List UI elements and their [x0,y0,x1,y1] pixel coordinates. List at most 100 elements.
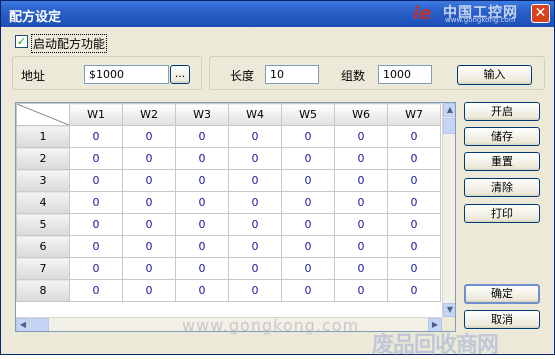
grid-cell[interactable]: 0 [122,169,176,192]
recipe-grid: W1 W2 W3 W4 W5 W6 W7 1000000020000000300000004… [15,102,456,332]
open-button[interactable]: 开启 [464,102,540,121]
grid-cell[interactable]: 0 [281,213,335,236]
grid-cell[interactable]: 0 [387,191,441,214]
watermark-text: www.gongkong.com [182,316,360,335]
enable-recipe-label[interactable]: 启动配方功能 [31,34,108,53]
grid-cell[interactable]: 0 [228,125,282,148]
vertical-scroll-thumb[interactable] [443,118,455,134]
scroll-up-icon[interactable]: ▲ [443,103,455,117]
table-row: 20000000 [16,147,441,170]
grid-cell[interactable]: 0 [122,279,176,302]
column-header[interactable]: W3 [175,103,229,126]
grid-cell[interactable]: 0 [122,147,176,170]
ok-button[interactable]: 确定 [464,284,540,304]
grid-cell[interactable]: 0 [228,213,282,236]
title-bar[interactable]: 配方设定 ie 中国工控网 www.gongkong.com ✕ [1,1,554,27]
row-header[interactable]: 5 [16,213,70,236]
grid-cell[interactable]: 0 [334,235,388,258]
grid-cell[interactable]: 0 [69,125,123,148]
scroll-left-icon[interactable]: ◀ [16,318,30,331]
grid-cell[interactable]: 0 [387,169,441,192]
column-header[interactable]: W4 [228,103,282,126]
grid-cell[interactable]: 0 [69,257,123,280]
grid-cell[interactable]: 0 [69,279,123,302]
grid-cell[interactable]: 0 [281,147,335,170]
grid-cell[interactable]: 0 [387,257,441,280]
grid-cell[interactable]: 0 [228,147,282,170]
grid-cell[interactable]: 0 [228,257,282,280]
grid-cell[interactable]: 0 [281,169,335,192]
grid-cell[interactable]: 0 [228,235,282,258]
logo-mark: ie [413,3,432,24]
grid-cell[interactable]: 0 [122,257,176,280]
grid-cell[interactable]: 0 [334,279,388,302]
grid-cell[interactable]: 0 [175,191,229,214]
table-row: 50000000 [16,213,441,236]
grid-cell[interactable]: 0 [69,147,123,170]
grid-cell[interactable]: 0 [281,191,335,214]
row-header[interactable]: 8 [16,279,70,302]
address-input[interactable]: $1000 [84,65,169,84]
column-header[interactable]: W5 [281,103,335,126]
column-header[interactable]: W2 [122,103,176,126]
clear-button[interactable]: 清除 [464,178,540,197]
grid-cell[interactable]: 0 [122,213,176,236]
column-header[interactable]: W7 [387,103,441,126]
row-header[interactable]: 6 [16,235,70,258]
grid-cell[interactable]: 0 [387,125,441,148]
grid-cell[interactable]: 0 [387,235,441,258]
grid-cell[interactable]: 0 [281,125,335,148]
grid-cell[interactable]: 0 [387,279,441,302]
close-icon: ✕ [534,5,547,21]
row-header[interactable]: 1 [16,125,70,148]
grid-cell[interactable]: 0 [175,147,229,170]
recipe-dialog: 配方设定 ie 中国工控网 www.gongkong.com ✕ ✓ 启动配方功… [0,0,555,355]
grid-cell[interactable]: 0 [281,279,335,302]
column-header[interactable]: W1 [69,103,123,126]
grid-cell[interactable]: 0 [334,257,388,280]
grid-cell[interactable]: 0 [334,125,388,148]
grid-cell[interactable]: 0 [281,257,335,280]
reset-button[interactable]: 重置 [464,152,540,171]
input-button[interactable]: 输入 [457,65,532,85]
close-button[interactable]: ✕ [531,4,550,23]
grid-cell[interactable]: 0 [69,213,123,236]
grid-cell[interactable]: 0 [228,191,282,214]
row-header[interactable]: 7 [16,257,70,280]
grid-cell[interactable]: 0 [281,235,335,258]
grid-cell[interactable]: 0 [334,169,388,192]
grid-cell[interactable]: 0 [69,169,123,192]
grid-cell[interactable]: 0 [387,147,441,170]
grid-cell[interactable]: 0 [69,235,123,258]
save-button[interactable]: 储存 [464,127,540,146]
row-header[interactable]: 3 [16,169,70,192]
print-button[interactable]: 打印 [464,204,540,223]
grid-cell[interactable]: 0 [175,169,229,192]
grid-vertical-scrollbar[interactable]: ▲ ▼ [442,103,455,317]
length-input[interactable]: 10 [265,65,319,84]
column-header[interactable]: W6 [334,103,388,126]
grid-cell[interactable]: 0 [69,191,123,214]
grid-cell[interactable]: 0 [175,125,229,148]
grid-cell[interactable]: 0 [334,191,388,214]
horizontal-scroll-thumb[interactable] [31,318,49,331]
grid-cell[interactable]: 0 [175,235,229,258]
grid-cell[interactable]: 0 [175,257,229,280]
browse-address-button[interactable]: ... [170,65,190,84]
scroll-down-icon[interactable]: ▼ [443,303,455,317]
row-header[interactable]: 4 [16,191,70,214]
row-header[interactable]: 2 [16,147,70,170]
groups-input[interactable]: 1000 [378,65,432,84]
table-row: 70000000 [16,257,441,280]
grid-cell[interactable]: 0 [122,125,176,148]
grid-cell[interactable]: 0 [334,147,388,170]
enable-recipe-checkbox[interactable]: ✓ [15,35,28,48]
grid-cell[interactable]: 0 [387,213,441,236]
grid-cell[interactable]: 0 [175,213,229,236]
grid-cell[interactable]: 0 [122,235,176,258]
grid-cell[interactable]: 0 [175,279,229,302]
grid-cell[interactable]: 0 [228,279,282,302]
grid-cell[interactable]: 0 [334,213,388,236]
grid-cell[interactable]: 0 [228,169,282,192]
grid-cell[interactable]: 0 [122,191,176,214]
